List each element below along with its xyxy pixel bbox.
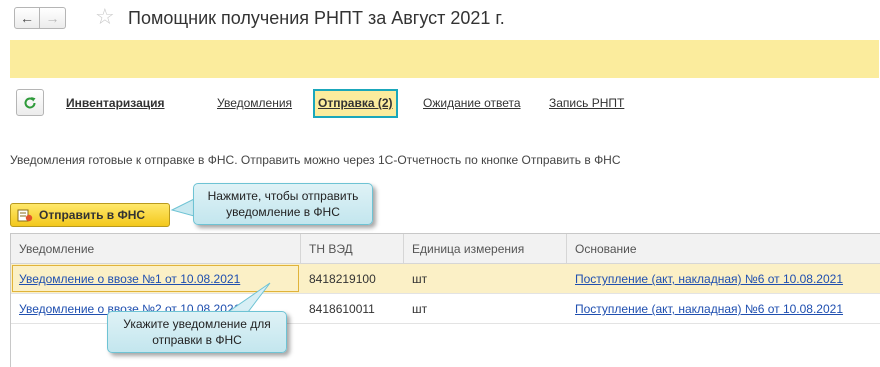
basis-link[interactable]: Поступление (акт, накладная) №6 от 10.08…: [567, 294, 880, 324]
refresh-button[interactable]: [16, 89, 44, 116]
send-hint-callout: Нажмите, чтобы отправить уведомление в Ф…: [193, 183, 373, 225]
table-header: Уведомление ТН ВЭД Единица измерения Осн…: [11, 234, 880, 264]
column-header-unit[interactable]: Единица измерения: [404, 234, 567, 264]
column-header-basis[interactable]: Основание: [567, 234, 880, 264]
tab-sending[interactable]: Отправка (2): [313, 89, 398, 118]
forward-button[interactable]: →: [40, 7, 66, 29]
tnved-cell: 8418610011: [309, 302, 375, 316]
info-text: Уведомления готовые к отправке в ФНС. От…: [10, 153, 621, 167]
unit-cell: шт: [412, 302, 428, 316]
info-banner: [10, 40, 879, 78]
star-icon[interactable]: ☆: [95, 4, 115, 30]
basis-link[interactable]: Поступление (акт, накладная) №6 от 10.08…: [567, 264, 880, 294]
back-button[interactable]: ←: [14, 7, 40, 29]
tab-record-rnpt[interactable]: Запись РНПТ: [549, 96, 624, 110]
arrow-left-icon: ←: [20, 10, 34, 26]
send-button-label: Отправить в ФНС: [39, 208, 146, 222]
column-header-tnved[interactable]: ТН ВЭД: [301, 234, 404, 264]
send-to-fns-button[interactable]: Отправить в ФНС: [10, 203, 170, 227]
arrow-right-icon: →: [45, 10, 60, 26]
tab-notices[interactable]: Уведомления: [217, 96, 292, 110]
select-hint-callout: Укажите уведомление для отправки в ФНС: [107, 311, 287, 353]
send-document-icon: [17, 208, 33, 222]
column-header-notice[interactable]: Уведомление: [11, 234, 301, 264]
tab-waiting-response[interactable]: Ожидание ответа: [423, 96, 521, 110]
table-row[interactable]: Уведомление о ввозе №1 от 10.08.2021 841…: [11, 264, 880, 294]
unit-cell: шт: [412, 272, 428, 286]
window-title: Помощник получения РНПТ за Август 2021 г…: [128, 8, 505, 28]
tnved-cell: 8418219100: [309, 272, 376, 286]
notice-link[interactable]: Уведомление о ввозе №1 от 10.08.2021: [11, 264, 301, 294]
tab-inventory[interactable]: Инвентаризация: [66, 96, 165, 110]
refresh-icon: [24, 96, 36, 109]
